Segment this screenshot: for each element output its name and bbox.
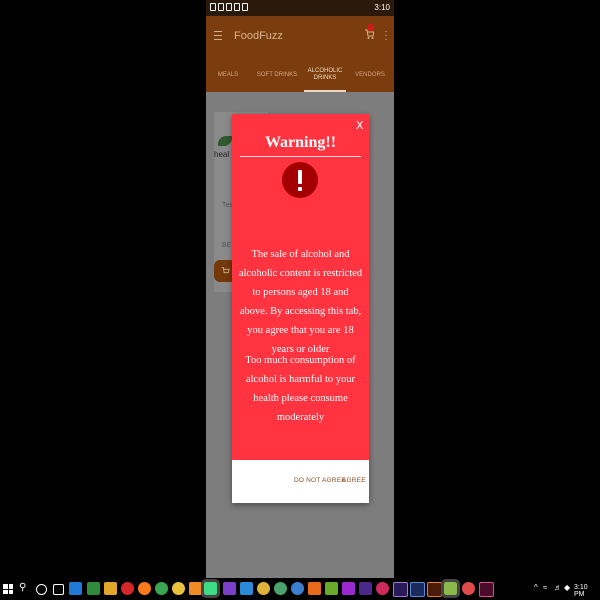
taskbar-clock[interactable]: 3:10 PM [574,584,600,598]
notepad-plus-icon[interactable] [308,582,321,595]
cart-badge [367,24,374,31]
tab-soft-drinks[interactable]: SOFT DRINKS [254,58,300,92]
illustrator-icon[interactable] [393,582,408,597]
notification-icon [234,3,240,11]
product-price-partial: BE [222,242,232,249]
cortana-icon[interactable] [36,584,47,595]
search-icon[interactable]: ⚲ [19,582,26,593]
running-app-icon[interactable] [441,579,460,598]
terminal-icon[interactable] [87,582,100,595]
dropbox-icon[interactable]: ◆ [564,583,570,592]
vscode-icon[interactable] [240,582,253,595]
browser-icon[interactable] [274,582,287,595]
overflow-menu-icon[interactable]: · · · [384,27,388,45]
windows-start-icon[interactable] [3,584,13,594]
lightroom-icon[interactable] [410,582,425,597]
firefox-icon[interactable] [138,582,151,595]
after-effects-icon[interactable] [376,582,389,595]
notification-icons [210,3,248,11]
title-divider [240,156,361,157]
notification-icon [218,3,224,11]
firefox-nightly-icon[interactable] [189,582,202,595]
brave-icon[interactable] [172,582,185,595]
wifi-icon[interactable]: ≈ [543,583,547,592]
hamburger-menu-icon[interactable] [214,31,222,40]
category-tabs: MEALS SOFT DRINKS ALCOHOLIC DRINKS VENDO… [206,58,394,92]
volume-icon[interactable]: ♬ [554,583,562,592]
tab-vendors[interactable]: VENDORS [350,58,390,92]
warning-dialog: X Warning!! The sale of alcohol and alco… [232,114,369,503]
app-store-icon[interactable] [325,582,338,595]
task-view-icon[interactable] [53,584,64,595]
dialog-actions: DO NOT AGREE AGREE [232,464,369,503]
app-bar: FoodFuzz · · · [206,16,394,58]
alert-exclamation-icon [282,162,318,198]
status-time: 3:10 [374,3,390,12]
filezilla-icon[interactable] [291,582,304,595]
notification-icon [242,3,248,11]
app-title: FoodFuzz [234,30,283,42]
edge-icon[interactable] [69,582,82,595]
status-bar: 3:10 [206,0,394,16]
chrome-canary-icon[interactable] [257,582,270,595]
android-studio-icon[interactable] [201,579,220,598]
windows-taskbar: ⚲ ^ ≈ ♬ ◆ 3:10 PM [0,578,600,600]
do-not-agree-button[interactable]: DO NOT AGREE [294,477,346,484]
age-restriction-message: The sale of alcohol and alcoholic conten… [238,249,363,355]
chrome-icon[interactable] [155,582,168,595]
tab-meals[interactable]: MEALS [208,58,248,92]
record-icon[interactable] [462,582,475,595]
health-warning-message: Too much consumption of alcohol is harmf… [245,355,356,423]
notification-icon [210,3,216,11]
indesign-icon[interactable] [479,582,494,597]
vendor-logo-text: heal [214,150,230,159]
emulator-icon[interactable] [427,582,442,597]
dialog-title: Warning!! [264,134,337,151]
premiere-icon[interactable] [342,582,355,595]
notification-icon [226,3,232,11]
visual-studio-icon[interactable] [223,582,236,595]
file-explorer-icon[interactable] [104,582,117,595]
photoshop-icon[interactable] [359,582,372,595]
close-button[interactable]: X [356,119,364,132]
tray-expand-icon[interactable]: ^ [534,583,538,592]
dialog-body: X Warning!! The sale of alcohol and alco… [232,114,369,460]
agree-button[interactable]: AGREE [342,477,366,484]
opera-icon[interactable] [121,582,134,595]
tab-alcoholic-drinks[interactable]: ALCOHOLIC DRINKS [304,58,346,92]
